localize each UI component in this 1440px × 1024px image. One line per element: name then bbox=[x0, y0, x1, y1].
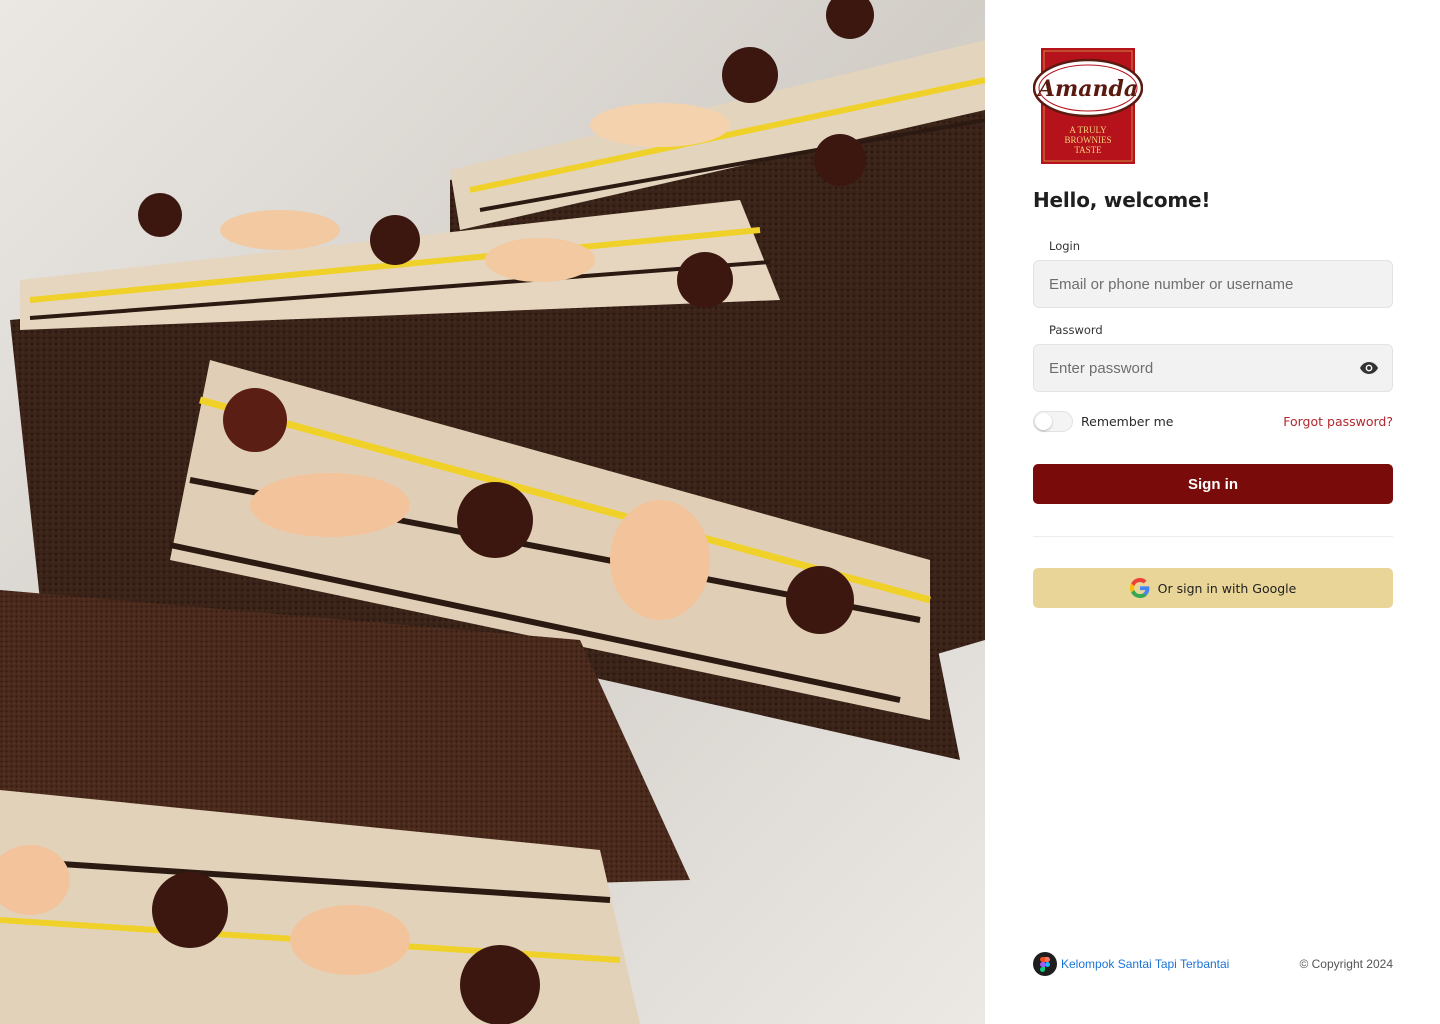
amanda-logo: Amanda A TRULY BROWNIES TASTE bbox=[1033, 48, 1143, 164]
forgot-password-link[interactable]: Forgot password? bbox=[1283, 414, 1393, 429]
footer-brand-link[interactable]: Kelompok Santai Tapi Terbantai bbox=[1033, 952, 1229, 976]
login-input[interactable] bbox=[1033, 260, 1393, 308]
toggle-knob bbox=[1035, 413, 1052, 430]
figma-icon bbox=[1033, 952, 1057, 976]
svg-text:A TRULY: A TRULY bbox=[1069, 125, 1107, 135]
footer-brand-text: Kelompok Santai Tapi Terbantai bbox=[1061, 957, 1230, 971]
password-input[interactable] bbox=[1033, 344, 1393, 392]
login-label: Login bbox=[1049, 239, 1081, 253]
eye-icon[interactable] bbox=[1357, 359, 1381, 377]
remember-me-toggle[interactable] bbox=[1033, 411, 1073, 432]
login-panel: Amanda A TRULY BROWNIES TASTE Hello, wel… bbox=[985, 0, 1440, 1024]
password-label: Password bbox=[1049, 323, 1103, 337]
copyright-text: © Copyright 2024 bbox=[1299, 957, 1393, 971]
welcome-heading: Hello, welcome! bbox=[1033, 188, 1211, 212]
brownie-cake-illustration bbox=[0, 0, 985, 1024]
hero-image bbox=[0, 0, 985, 1024]
google-sign-in-button[interactable]: Or sign in with Google bbox=[1033, 568, 1393, 608]
google-icon bbox=[1129, 578, 1150, 598]
svg-text:Amanda: Amanda bbox=[1036, 76, 1138, 102]
divider bbox=[1033, 536, 1393, 537]
google-button-label: Or sign in with Google bbox=[1157, 580, 1297, 596]
svg-text:BROWNIES: BROWNIES bbox=[1065, 135, 1112, 145]
sign-in-button[interactable]: Sign in bbox=[1033, 464, 1393, 504]
svg-text:TASTE: TASTE bbox=[1074, 145, 1102, 155]
remember-me-label: Remember me bbox=[1081, 414, 1174, 429]
